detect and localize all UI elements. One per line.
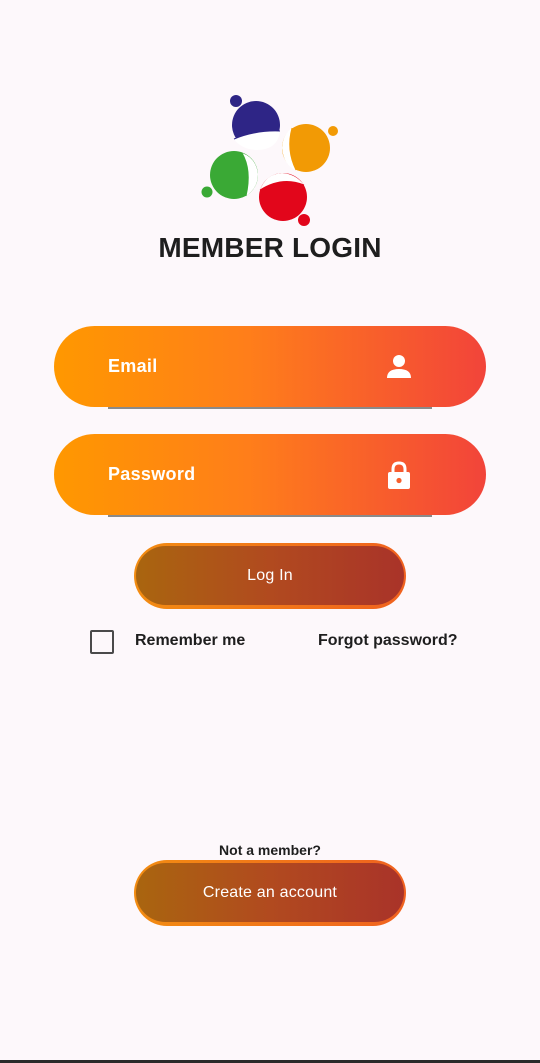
lock-icon — [388, 461, 410, 489]
email-field[interactable]: Email — [54, 326, 486, 409]
login-button-label: Log In — [136, 546, 404, 605]
create-account-label: Create an account — [136, 863, 404, 922]
app-logo — [201, 95, 338, 226]
person-icon — [387, 355, 411, 378]
password-label: Password — [108, 464, 196, 484]
email-label: Email — [108, 356, 158, 376]
password-field[interactable]: Password — [54, 434, 486, 517]
email-underline — [108, 407, 432, 409]
login-button[interactable]: Log In — [134, 543, 406, 609]
not-member-prompt: Not a member? — [219, 842, 321, 858]
remember-me-checkbox[interactable] — [90, 630, 114, 654]
password-underline — [108, 515, 432, 517]
create-account-button[interactable]: Create an account — [134, 860, 406, 926]
page-title: MEMBER LOGIN — [158, 232, 382, 263]
remember-me-label: Remember me — [135, 632, 246, 649]
forgot-password-link[interactable]: Forgot password? — [318, 632, 458, 650]
